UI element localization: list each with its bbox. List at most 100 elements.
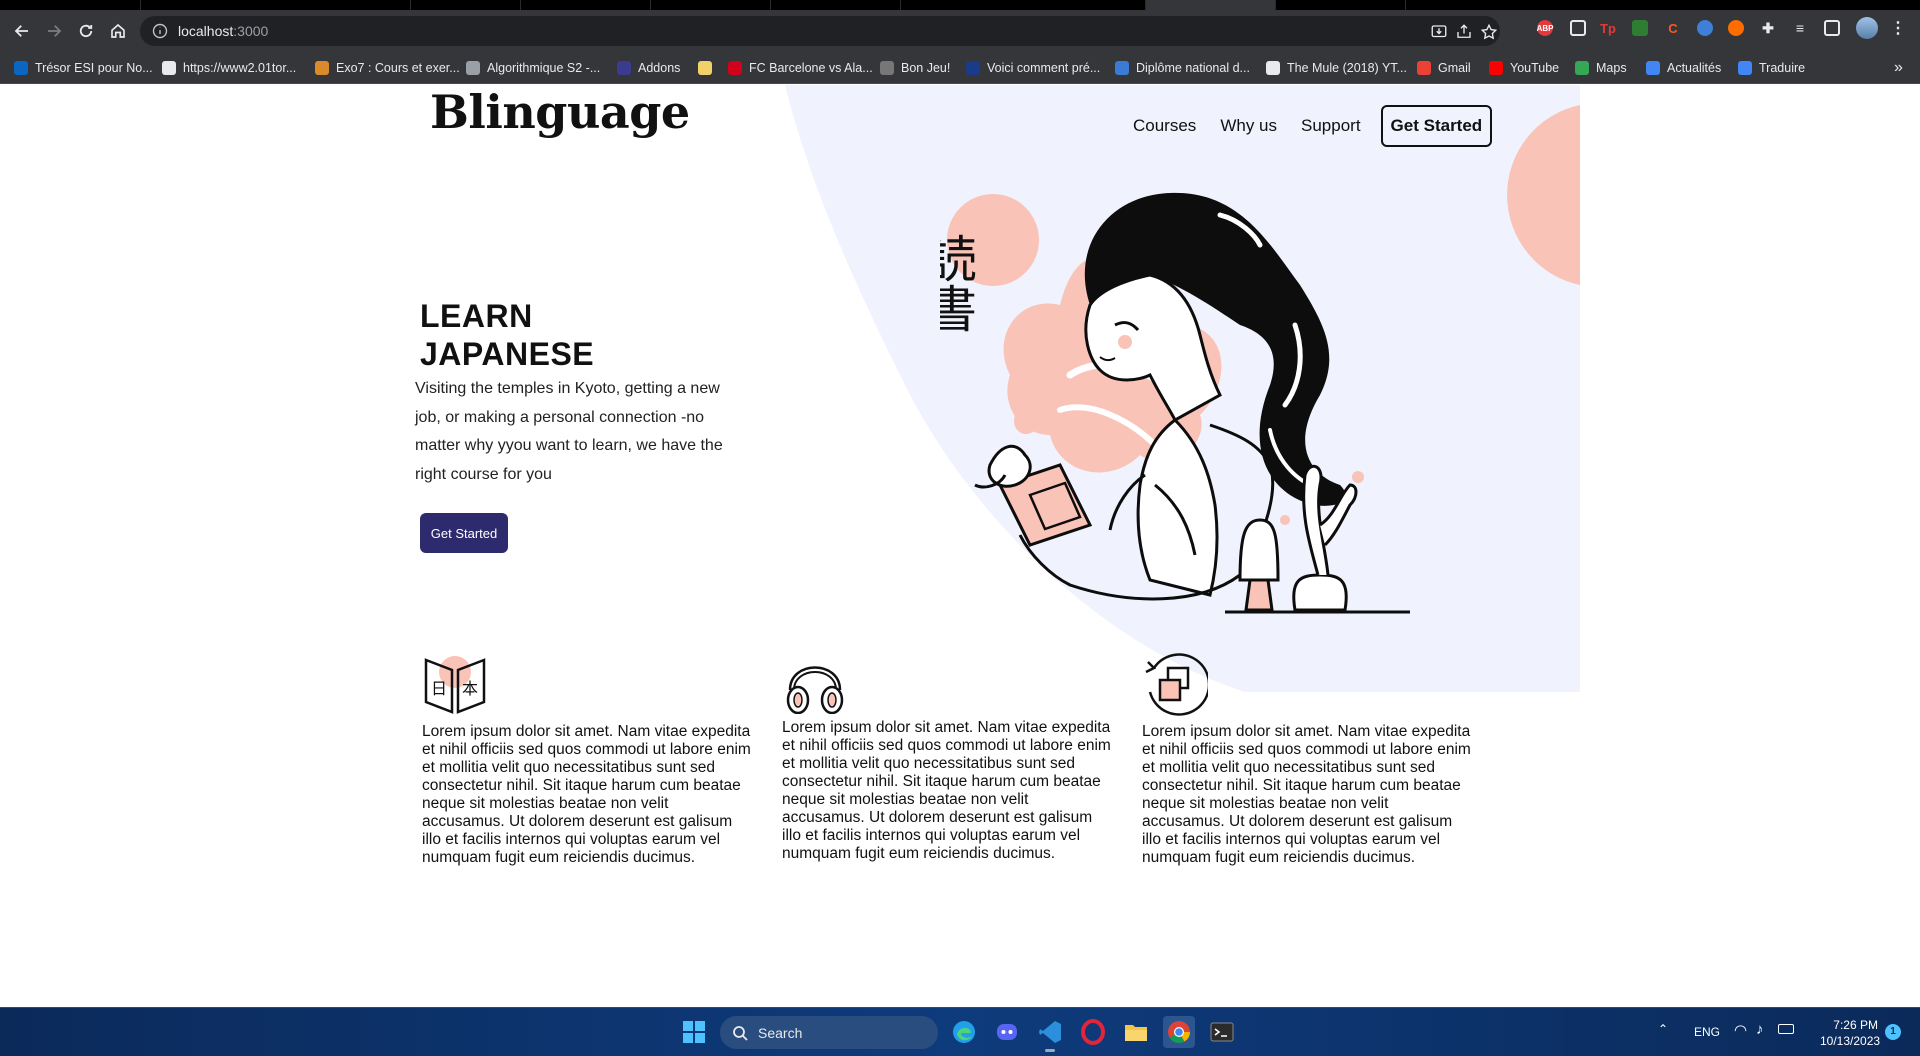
bookmark-item[interactable] bbox=[698, 60, 719, 76]
bookmark-item[interactable]: Addons bbox=[617, 60, 680, 76]
clock[interactable]: 7:26 PM 10/13/2023 bbox=[1820, 1017, 1881, 1049]
bookmark-item[interactable]: The Mule (2018) YT... bbox=[1266, 60, 1407, 76]
more-menu-icon[interactable]: ⋮ bbox=[1890, 20, 1906, 37]
site-logo[interactable]: Blinguage bbox=[430, 85, 690, 139]
bookmark-label: Gmail bbox=[1438, 61, 1471, 75]
wifi-icon[interactable]: ◠ bbox=[1734, 1021, 1747, 1039]
back-icon[interactable] bbox=[8, 17, 36, 45]
side-panel-icon[interactable] bbox=[1824, 20, 1840, 36]
bookmark-label: Actualités bbox=[1667, 61, 1722, 75]
bookmark-label: Trésor ESI pour No... bbox=[35, 61, 153, 75]
browser-tab[interactable] bbox=[1275, 0, 1405, 10]
bookmark-favicon-icon bbox=[1115, 61, 1129, 75]
bookmark-star-icon[interactable] bbox=[1480, 23, 1498, 41]
nav-get-started-button[interactable]: Get Started bbox=[1380, 105, 1493, 147]
translate-icon bbox=[1145, 653, 1208, 716]
green-extension-icon[interactable] bbox=[1632, 20, 1648, 36]
bookmark-item[interactable]: YouTube bbox=[1489, 60, 1559, 76]
install-icon[interactable] bbox=[1430, 23, 1448, 41]
bookmark-label: Exo7 : Cours et exer... bbox=[336, 61, 460, 75]
browser-tab-active[interactable] bbox=[1145, 0, 1275, 10]
puzzle-extensions-icon[interactable]: ✚ bbox=[1760, 20, 1776, 36]
edge-icon[interactable] bbox=[948, 1016, 980, 1048]
bookmark-label: YouTube bbox=[1510, 61, 1560, 75]
chrome-icon[interactable] bbox=[1163, 1016, 1195, 1048]
bookmark-item[interactable]: Trésor ESI pour No... bbox=[14, 60, 153, 76]
bookmarks-bar: Trésor ESI pour No... https://www2.01tor.… bbox=[0, 52, 1920, 84]
bookmark-item[interactable]: Voici comment pré... bbox=[966, 60, 1100, 76]
search-label: Search bbox=[758, 1024, 803, 1041]
bookmark-favicon-icon bbox=[466, 61, 480, 75]
tab-strip bbox=[0, 0, 1920, 10]
browser-tab[interactable] bbox=[900, 0, 1145, 10]
bookmark-favicon-icon bbox=[880, 61, 894, 75]
adblock-extension-icon[interactable]: ABP bbox=[1537, 20, 1553, 36]
bookmark-item[interactable]: https://www2.01tor... bbox=[162, 60, 296, 76]
hero-get-started-button[interactable]: Get Started bbox=[420, 513, 508, 553]
bookmark-label: The Mule (2018) YT... bbox=[1287, 61, 1407, 75]
address-bar[interactable]: localhost:3000 bbox=[140, 16, 1500, 46]
vscode-icon[interactable] bbox=[1034, 1016, 1066, 1052]
orange-extension-icon[interactable] bbox=[1728, 20, 1744, 36]
browser-tab[interactable] bbox=[1405, 0, 1525, 10]
bookmark-item[interactable]: Maps bbox=[1575, 60, 1627, 76]
notification-badge[interactable]: 1 bbox=[1885, 1024, 1901, 1040]
nav-support-link[interactable]: Support bbox=[1301, 116, 1361, 136]
profile-avatar[interactable] bbox=[1856, 17, 1878, 39]
nav-courses-link[interactable]: Courses bbox=[1133, 116, 1196, 136]
site-info-icon[interactable] bbox=[152, 23, 168, 39]
opera-icon[interactable] bbox=[1077, 1016, 1109, 1048]
bookmark-favicon-icon bbox=[162, 61, 176, 75]
reload-icon[interactable] bbox=[72, 17, 100, 45]
bookmark-favicon-icon bbox=[1489, 61, 1503, 75]
taskbar-search[interactable]: Search bbox=[720, 1016, 938, 1049]
browser-tab[interactable] bbox=[140, 0, 410, 10]
bookmark-item[interactable]: Gmail bbox=[1417, 60, 1471, 76]
globe-extension-icon[interactable] bbox=[1697, 20, 1713, 36]
language-indicator[interactable]: ENG bbox=[1694, 1025, 1720, 1039]
reading-list-icon[interactable]: ≡ bbox=[1792, 20, 1808, 36]
bookmark-favicon-icon bbox=[1417, 61, 1431, 75]
bookmark-favicon-icon bbox=[1738, 61, 1752, 75]
bookmark-item[interactable]: Exo7 : Cours et exer... bbox=[315, 60, 460, 76]
terminal-icon[interactable] bbox=[1206, 1016, 1238, 1048]
bookmark-favicon-icon bbox=[1266, 61, 1280, 75]
bookmark-item[interactable]: FC Barcelone vs Ala... bbox=[728, 60, 873, 76]
windows-taskbar: Search ⌃ ENG ◠ ♪ 7:26 PM 10/13/2023 1 bbox=[0, 1007, 1920, 1056]
bookmark-item[interactable]: Traduire bbox=[1738, 60, 1805, 76]
bookmark-item[interactable]: Actualités bbox=[1646, 60, 1721, 76]
more-bookmarks-icon[interactable]: » bbox=[1894, 59, 1903, 76]
web-page: Blinguage Courses Why us Support Get Sta… bbox=[0, 85, 1920, 1007]
svg-text:日: 日 bbox=[431, 679, 447, 698]
headphones-icon bbox=[786, 666, 844, 714]
file-explorer-icon[interactable] bbox=[1120, 1016, 1152, 1048]
bookmark-label: FC Barcelone vs Ala... bbox=[749, 61, 873, 75]
bookmark-item[interactable]: Bon Jeu! bbox=[880, 60, 950, 76]
battery-icon[interactable] bbox=[1778, 1024, 1794, 1034]
window-extension-icon[interactable] bbox=[1570, 20, 1586, 36]
forward-icon[interactable] bbox=[40, 17, 68, 45]
discord-icon[interactable] bbox=[991, 1016, 1023, 1048]
tp-extension-icon[interactable]: Tp bbox=[1600, 20, 1616, 36]
bookmark-item[interactable]: Algorithmique S2 -... bbox=[466, 60, 600, 76]
bookmark-item[interactable]: Diplôme national d... bbox=[1115, 60, 1250, 76]
share-icon[interactable] bbox=[1455, 23, 1473, 41]
c-extension-icon[interactable]: C bbox=[1665, 20, 1681, 36]
browser-tab[interactable] bbox=[520, 0, 650, 10]
feature-text: Lorem ipsum dolor sit amet. Nam vitae ex… bbox=[782, 719, 1111, 862]
clock-time: 7:26 PM bbox=[1833, 1018, 1878, 1032]
tray-chevron-icon[interactable]: ⌃ bbox=[1658, 1022, 1668, 1036]
nav-why-us-link[interactable]: Why us bbox=[1220, 116, 1277, 136]
illustration-kanji: 読書 bbox=[940, 233, 977, 333]
volume-icon[interactable]: ♪ bbox=[1756, 1021, 1764, 1038]
clock-date: 10/13/2023 bbox=[1820, 1034, 1881, 1048]
browser-tab[interactable] bbox=[410, 0, 520, 10]
home-icon[interactable] bbox=[104, 17, 132, 45]
bookmark-favicon-icon bbox=[1575, 61, 1589, 75]
browser-tab[interactable] bbox=[770, 0, 900, 10]
bookmark-label: Addons bbox=[638, 61, 681, 75]
browser-tab[interactable] bbox=[650, 0, 770, 10]
bookmark-favicon-icon bbox=[1646, 61, 1660, 75]
bookmark-favicon-icon bbox=[14, 61, 28, 75]
windows-start-icon[interactable] bbox=[678, 1016, 710, 1048]
